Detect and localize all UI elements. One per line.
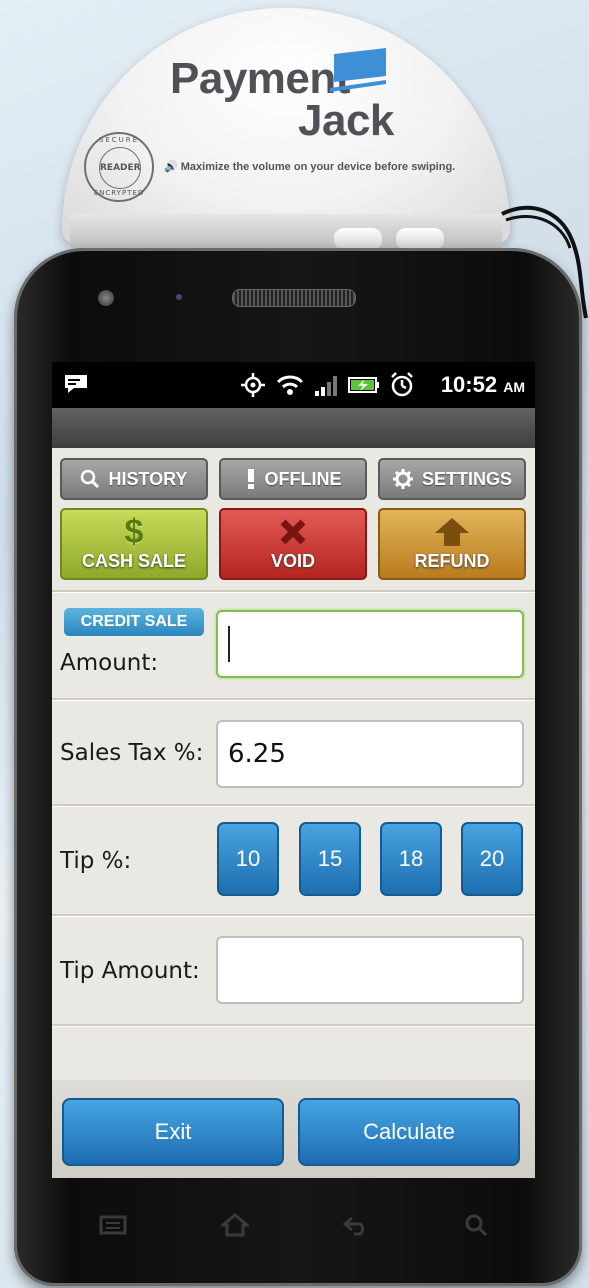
arrow-up-icon [434, 515, 470, 549]
notification-led [176, 294, 182, 300]
search-key-icon[interactable] [464, 1213, 488, 1237]
battery-charging-icon [348, 377, 379, 393]
seal-center-text: READER [99, 147, 141, 189]
tip-15-button[interactable]: 15 [299, 822, 361, 896]
status-clock: 10:52 AM [441, 372, 525, 398]
tip-amount-field[interactable] [216, 936, 524, 1004]
tip-amount-label: Tip Amount: [60, 958, 200, 984]
gps-icon [241, 373, 265, 397]
menu-icon[interactable] [99, 1214, 127, 1236]
cash-sale-button[interactable]: $ CASH SALE [60, 508, 208, 580]
seal-bottom-text: ENCRYPTED [93, 189, 145, 197]
void-label: VOID [270, 551, 315, 571]
status-bar: 10:52 AM [52, 362, 535, 408]
dollar-icon: $ [124, 512, 144, 551]
brand-logo-icon [330, 48, 386, 92]
volume-notice: 🔊 Maximize the volume on your device bef… [164, 160, 455, 173]
divider [52, 1024, 535, 1027]
calculate-button[interactable]: Calculate [298, 1098, 520, 1166]
clock-time: 10:52 [440, 372, 498, 397]
message-icon [65, 375, 87, 393]
refund-button[interactable]: REFUND [378, 508, 526, 580]
brand-line2: Jack [298, 96, 394, 145]
exclamation-icon [247, 469, 254, 489]
action-row: $ CASH SALE VOID REFUND [60, 508, 530, 582]
status-icons [240, 372, 414, 398]
toolbar-row: HISTORY OFFLINE SETTINGS [60, 458, 530, 500]
signal-icon [315, 376, 337, 396]
void-x-icon [278, 515, 308, 549]
tip-percent-label: Tip %: [60, 848, 132, 874]
credit-sale-badge: CREDIT SALE [64, 608, 204, 636]
divider [52, 698, 535, 701]
text-caret [228, 626, 230, 662]
search-icon [81, 469, 100, 489]
reader-jack-right [396, 228, 444, 250]
app-title-bar [52, 408, 535, 448]
home-icon[interactable] [220, 1213, 249, 1237]
offline-button[interactable]: OFFLINE [219, 458, 367, 500]
gear-icon [392, 469, 413, 489]
history-label: HISTORY [108, 468, 188, 489]
reader-jack-left [334, 228, 382, 250]
earpiece-speaker [232, 289, 356, 307]
speaker-icon: 🔊 [164, 161, 178, 173]
sales-tax-value: 6.25 [228, 739, 286, 769]
settings-label: SETTINGS [421, 468, 512, 489]
divider [52, 804, 535, 807]
secure-reader-seal: SECURE READER ENCRYPTED [84, 132, 154, 202]
settings-button[interactable]: SETTINGS [378, 458, 526, 500]
divider [52, 590, 535, 593]
tip-20-button[interactable]: 20 [461, 822, 523, 896]
amount-label: Amount: [60, 650, 159, 676]
alarm-icon [391, 372, 413, 397]
sales-tax-field[interactable]: 6.25 [216, 720, 524, 788]
tip-10-button[interactable]: 10 [217, 822, 279, 896]
sales-tax-label: Sales Tax %: [60, 740, 204, 766]
volume-notice-text: Maximize the volume on your device befor… [180, 161, 456, 173]
exit-button[interactable]: Exit [62, 1098, 284, 1166]
hardware-nav-keys [52, 1200, 535, 1250]
front-camera [98, 290, 114, 306]
void-button[interactable]: VOID [219, 508, 367, 580]
seal-top-text: SECURE [98, 136, 140, 144]
tip-18-button[interactable]: 18 [380, 822, 442, 896]
cash-sale-label: CASH SALE [81, 551, 186, 571]
back-icon[interactable] [342, 1214, 370, 1236]
app-screen: 10:52 AM HISTORY OFFLINE SETTINGS $ CASH… [52, 362, 535, 1178]
card-reader-dongle [62, 8, 510, 244]
clock-ampm: AM [503, 379, 525, 395]
refund-label: REFUND [414, 551, 490, 571]
divider [52, 914, 535, 917]
history-button[interactable]: HISTORY [60, 458, 208, 500]
wifi-icon [276, 375, 304, 395]
offline-label: OFFLINE [264, 468, 342, 489]
amount-field[interactable] [216, 610, 524, 678]
